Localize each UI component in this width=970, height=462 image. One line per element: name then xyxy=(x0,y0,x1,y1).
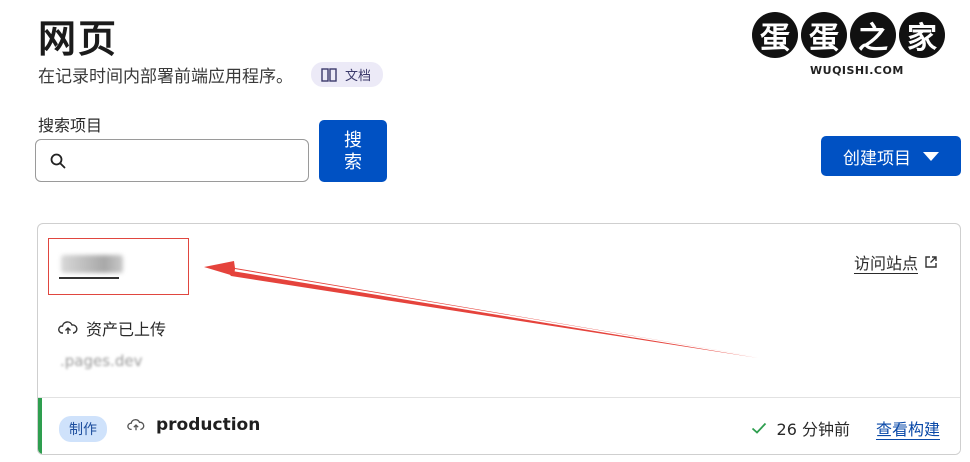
subtitle-row: 在记录时间内部署前端应用程序。 文档 xyxy=(38,62,384,87)
search-input[interactable] xyxy=(74,151,294,170)
status-accent-bar xyxy=(38,398,42,454)
create-project-label: 创建项目 xyxy=(843,148,911,169)
logo-char: 蛋 xyxy=(801,12,847,58)
caret-down-icon xyxy=(923,151,939,161)
project-name-redacted[interactable] xyxy=(61,255,123,273)
docs-link[interactable]: 文档 xyxy=(311,62,384,87)
search-icon xyxy=(50,153,66,168)
search-field[interactable] xyxy=(35,139,309,182)
external-link-icon xyxy=(925,256,937,268)
project-card: 访问站点 资产已上传 .pages.dev 制作 production 26 分… xyxy=(37,223,961,455)
book-icon xyxy=(321,67,337,82)
assets-status-text: 资产已上传 xyxy=(86,320,167,339)
logo-subtext: WUQISHI.COM xyxy=(810,64,904,77)
visit-site-label: 访问站点 xyxy=(853,254,918,273)
project-name-underline xyxy=(59,277,119,279)
page-title: 网页 xyxy=(38,17,119,61)
annotation-highlight-box xyxy=(48,238,189,295)
cloud-upload-icon xyxy=(58,321,78,334)
page-subtitle: 在记录时间内部署前端应用程序。 xyxy=(38,67,293,87)
logo-char: 蛋 xyxy=(752,12,798,58)
search-label: 搜索项目 xyxy=(38,116,103,135)
logo-char: 之 xyxy=(850,12,896,58)
environment-badge: 制作 xyxy=(59,416,107,442)
view-build-link[interactable]: 查看构建 xyxy=(876,416,940,440)
search-button[interactable]: 搜索 xyxy=(319,120,387,182)
search-button-label: 搜索 xyxy=(344,130,362,172)
deployment-time: 26 分钟前 xyxy=(776,420,850,439)
checkmark-icon xyxy=(751,422,766,434)
assets-status-row: 资产已上传 xyxy=(58,316,166,340)
project-domain-redacted[interactable]: .pages.dev xyxy=(60,352,142,370)
branch-name: production xyxy=(156,415,261,435)
visit-site-link[interactable]: 访问站点 xyxy=(854,250,938,274)
deployment-row: 制作 production 26 分钟前 查看构建 xyxy=(38,397,960,454)
create-project-button[interactable]: 创建项目 xyxy=(821,136,961,176)
deployment-status: 26 分钟前 xyxy=(751,416,850,440)
docs-label: 文档 xyxy=(345,69,372,84)
logo-char: 家 xyxy=(899,12,945,58)
cloud-upload-icon xyxy=(127,419,145,431)
watermark-logo: 蛋 蛋 之 家 WUQISHI.COM xyxy=(752,12,952,92)
